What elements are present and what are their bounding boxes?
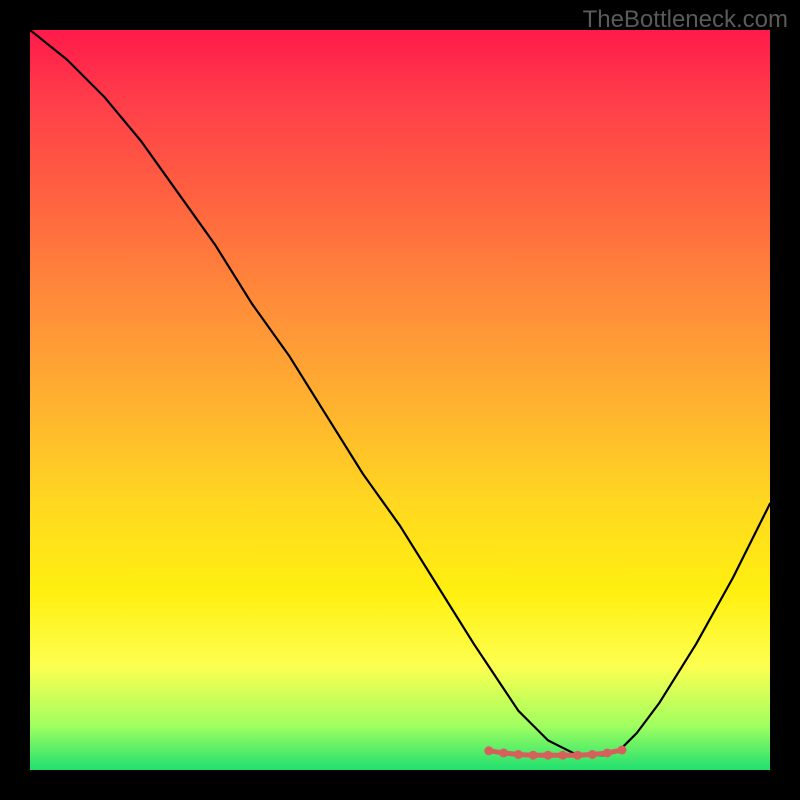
marker-point — [558, 751, 567, 760]
watermark: TheBottleneck.com — [583, 6, 788, 34]
marker-point — [514, 750, 523, 759]
marker-point — [618, 746, 627, 755]
plot-area — [30, 30, 770, 770]
marker-point — [529, 751, 538, 760]
markers-layer — [30, 30, 770, 770]
marker-point — [588, 750, 597, 759]
bottom-markers-group — [484, 746, 626, 760]
marker-point — [603, 749, 612, 758]
marker-point — [484, 746, 493, 755]
marker-point — [499, 749, 508, 758]
marker-point — [573, 751, 582, 760]
marker-point — [544, 751, 553, 760]
